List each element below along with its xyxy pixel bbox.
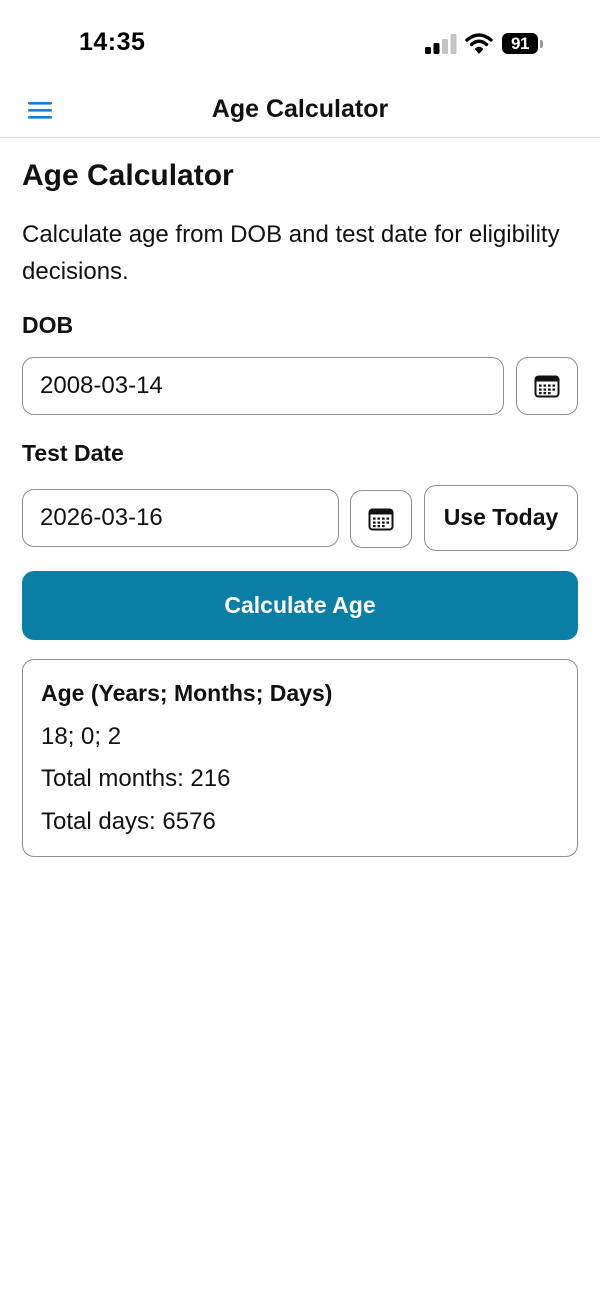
calendar-icon [368,508,394,531]
test-date-input[interactable] [22,489,339,547]
dob-label: DOB [22,312,74,338]
page-title: Age Calculator [22,159,234,192]
result-total-days: Total days: 6576 [41,808,216,835]
nav-title: Age Calculator [211,95,389,123]
result-years-months-days: 18; 0; 2 [41,723,122,750]
use-today-button[interactable]: Use Today [424,485,578,551]
test-date-label: Test Date [22,440,124,466]
dob-input[interactable] [22,357,504,415]
status-time: 14:35 [79,28,146,56]
calculate-age-button[interactable]: Calculate Age [22,571,578,640]
status-bar: 14:35 91 [0,0,600,88]
battery-tip [540,40,543,48]
test-date-calendar-button[interactable] [350,490,412,548]
nav-bar: Age Calculator [0,88,600,138]
signal-icon [425,34,457,54]
battery-level: 91 [502,33,538,54]
page-description: Calculate age from DOB and test date for… [22,221,560,285]
battery-icon: 91 [502,33,546,55]
dob-calendar-button[interactable] [516,357,578,415]
result-total-months: Total months: 216 [41,765,231,792]
result-card: Age (Years; Months; Days) 18; 0; 2 Total… [22,659,578,857]
wifi-icon [465,33,493,54]
result-heading: Age (Years; Months; Days) [41,680,333,706]
calendar-icon [534,375,560,398]
